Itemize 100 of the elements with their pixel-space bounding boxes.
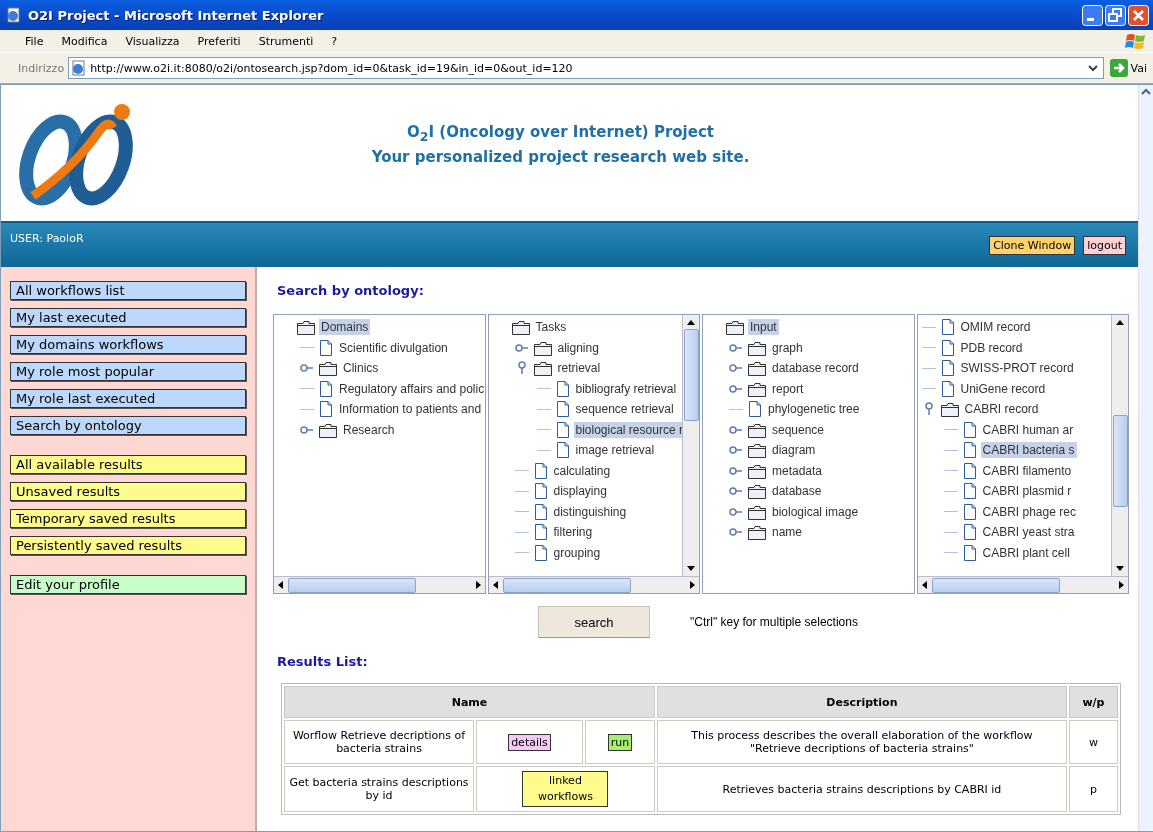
scrollbar[interactable] [1138, 85, 1153, 831]
tree-item[interactable]: metadata [770, 462, 825, 479]
sidebar-link[interactable]: Persistently saved results [10, 536, 246, 555]
search-button[interactable]: search [538, 606, 650, 638]
tree-item[interactable]: Input [748, 319, 779, 336]
details-link[interactable]: details [508, 733, 551, 751]
folder-icon [747, 421, 767, 438]
scroll-thumb[interactable] [683, 329, 699, 421]
tree-item[interactable]: CABRI filamento [980, 462, 1074, 479]
tree-item[interactable]: phylogenetic tree [766, 401, 862, 418]
table-cell: w [1068, 720, 1118, 764]
tree-item[interactable]: Scientific divulgation [337, 339, 450, 356]
tree-item[interactable]: aligning [555, 339, 601, 356]
document-icon [939, 379, 956, 398]
tree-item[interactable]: Information to patients and [337, 401, 484, 418]
table-cell: Retrieves bacteria strains descriptions by CABRI id [656, 766, 1067, 812]
sidebar-link[interactable]: My role last executed [10, 389, 246, 408]
tree-item[interactable]: UniGene record [958, 380, 1048, 397]
tree-item[interactable]: image retrieval [573, 442, 657, 459]
tree-item[interactable]: sequence [770, 421, 827, 438]
tree-item[interactable]: report [770, 380, 806, 397]
folder-icon [747, 360, 767, 377]
maximize-icon[interactable] [1105, 4, 1126, 26]
folder-icon [318, 360, 338, 377]
go-button[interactable]: Vai [1107, 59, 1149, 77]
document-icon [939, 318, 956, 337]
scrollbar[interactable] [274, 576, 485, 593]
tree-item[interactable]: PDB record [958, 339, 1025, 356]
clone-window-button[interactable]: Clone Window [989, 235, 1076, 255]
sidebar-link[interactable]: All available results [10, 455, 246, 474]
scroll-thumb[interactable] [502, 577, 631, 593]
sidebar-link[interactable]: Search by ontology [10, 416, 246, 435]
sidebar-link[interactable]: My role most popular [10, 362, 246, 381]
scrollbar[interactable] [917, 576, 1128, 593]
sidebar-link[interactable]: My domains workflows [10, 335, 246, 354]
tree-item[interactable]: CABRI human ar [980, 421, 1076, 438]
menu-item[interactable]: ? [322, 34, 347, 48]
scrollbar[interactable] [682, 315, 699, 576]
document-icon [961, 420, 978, 439]
menu-item[interactable]: Modifica [52, 34, 117, 48]
folder-icon [747, 380, 767, 397]
tree-item[interactable]: biological image [770, 503, 861, 520]
tree-item[interactable]: filtering [551, 524, 595, 541]
document-icon [554, 441, 571, 460]
menu-item[interactable]: Strumenti [249, 34, 323, 48]
close-icon[interactable] [1128, 4, 1149, 26]
scrollbar[interactable] [1111, 315, 1128, 576]
column-header: Description [656, 686, 1067, 718]
run-link[interactable]: run [607, 733, 633, 751]
minimize-icon[interactable] [1082, 4, 1103, 26]
column-header: Name [284, 686, 655, 718]
document-icon [532, 523, 549, 542]
sidebar-link[interactable]: Temporary saved results [10, 509, 246, 528]
scroll-thumb[interactable] [931, 577, 1060, 593]
sidebar-link[interactable]: All workflows list [10, 281, 246, 300]
tree-item[interactable]: SWISS-PROT record [958, 360, 1076, 377]
tree-item[interactable]: Tasks [533, 319, 569, 336]
tree-item[interactable]: biological resource r [573, 421, 682, 438]
tree-item[interactable]: graph [770, 339, 805, 356]
arrow-icon [1109, 59, 1128, 77]
tree-item[interactable]: Regulatory affairs and polic [337, 380, 485, 397]
tree-item[interactable]: sequence retrieval [573, 401, 676, 418]
logout-button[interactable]: logout [1083, 235, 1126, 255]
scrollbar[interactable] [488, 576, 699, 593]
sidebar-link[interactable]: Unsaved results [10, 482, 246, 501]
tree-item[interactable]: diagram [770, 442, 818, 459]
tree-item[interactable]: grouping [551, 544, 603, 561]
tree-item[interactable]: OMIM record [958, 319, 1033, 336]
tree-item[interactable]: Research [341, 421, 397, 438]
scroll-thumb[interactable] [1112, 415, 1128, 507]
tree-item[interactable]: CABRI plasmid r [980, 483, 1074, 500]
linked-workflows-link[interactable]: linked workflows [522, 771, 609, 807]
tree-item[interactable]: retrieval [555, 360, 603, 377]
menu-item[interactable]: File [16, 34, 53, 48]
tree-item[interactable]: CABRI phage rec [980, 503, 1078, 520]
tree-item[interactable]: Clinics [341, 360, 381, 377]
menu-item[interactable]: Visualizza [116, 34, 189, 48]
tree-item[interactable]: distinguishing [551, 503, 629, 520]
table-cell: Worflow Retrieve decriptions of bacteria strains [284, 720, 474, 764]
scroll-thumb[interactable] [288, 577, 417, 593]
tree-item[interactable]: displaying [551, 483, 609, 500]
tree-item[interactable]: name [770, 524, 805, 541]
tree-item[interactable]: CABRI record [962, 401, 1041, 418]
document-icon [532, 543, 549, 562]
tree-item[interactable]: CABRI yeast stra [980, 524, 1077, 541]
tree-item[interactable]: bibliografy retrieval [573, 380, 679, 397]
sidebar-link[interactable]: Edit your profile [10, 575, 246, 594]
address-field[interactable]: http://www.o2i.it:8080/o2i/ontosearch.jsp?dom_id=0&task_id=19&in_id=0&out_id=120 [68, 57, 1104, 79]
tree-item[interactable]: Domains [319, 319, 371, 336]
tree-item[interactable]: calculating [551, 462, 613, 479]
menu-item[interactable]: Preferiti [188, 34, 250, 48]
tree-item[interactable]: database [770, 483, 824, 500]
tree-item[interactable]: database record [770, 360, 861, 377]
document-icon [318, 338, 334, 357]
tree-item[interactable]: CABRI bacteria s [980, 442, 1077, 459]
tree-item[interactable]: CABRI plant cell [980, 544, 1072, 561]
sidebar-link[interactable]: My last executed [10, 308, 246, 327]
page-title: O$_{2}$I (Oncology over Internet) Project [406, 122, 715, 146]
document-icon [532, 482, 549, 501]
table-cell: p [1068, 766, 1118, 812]
